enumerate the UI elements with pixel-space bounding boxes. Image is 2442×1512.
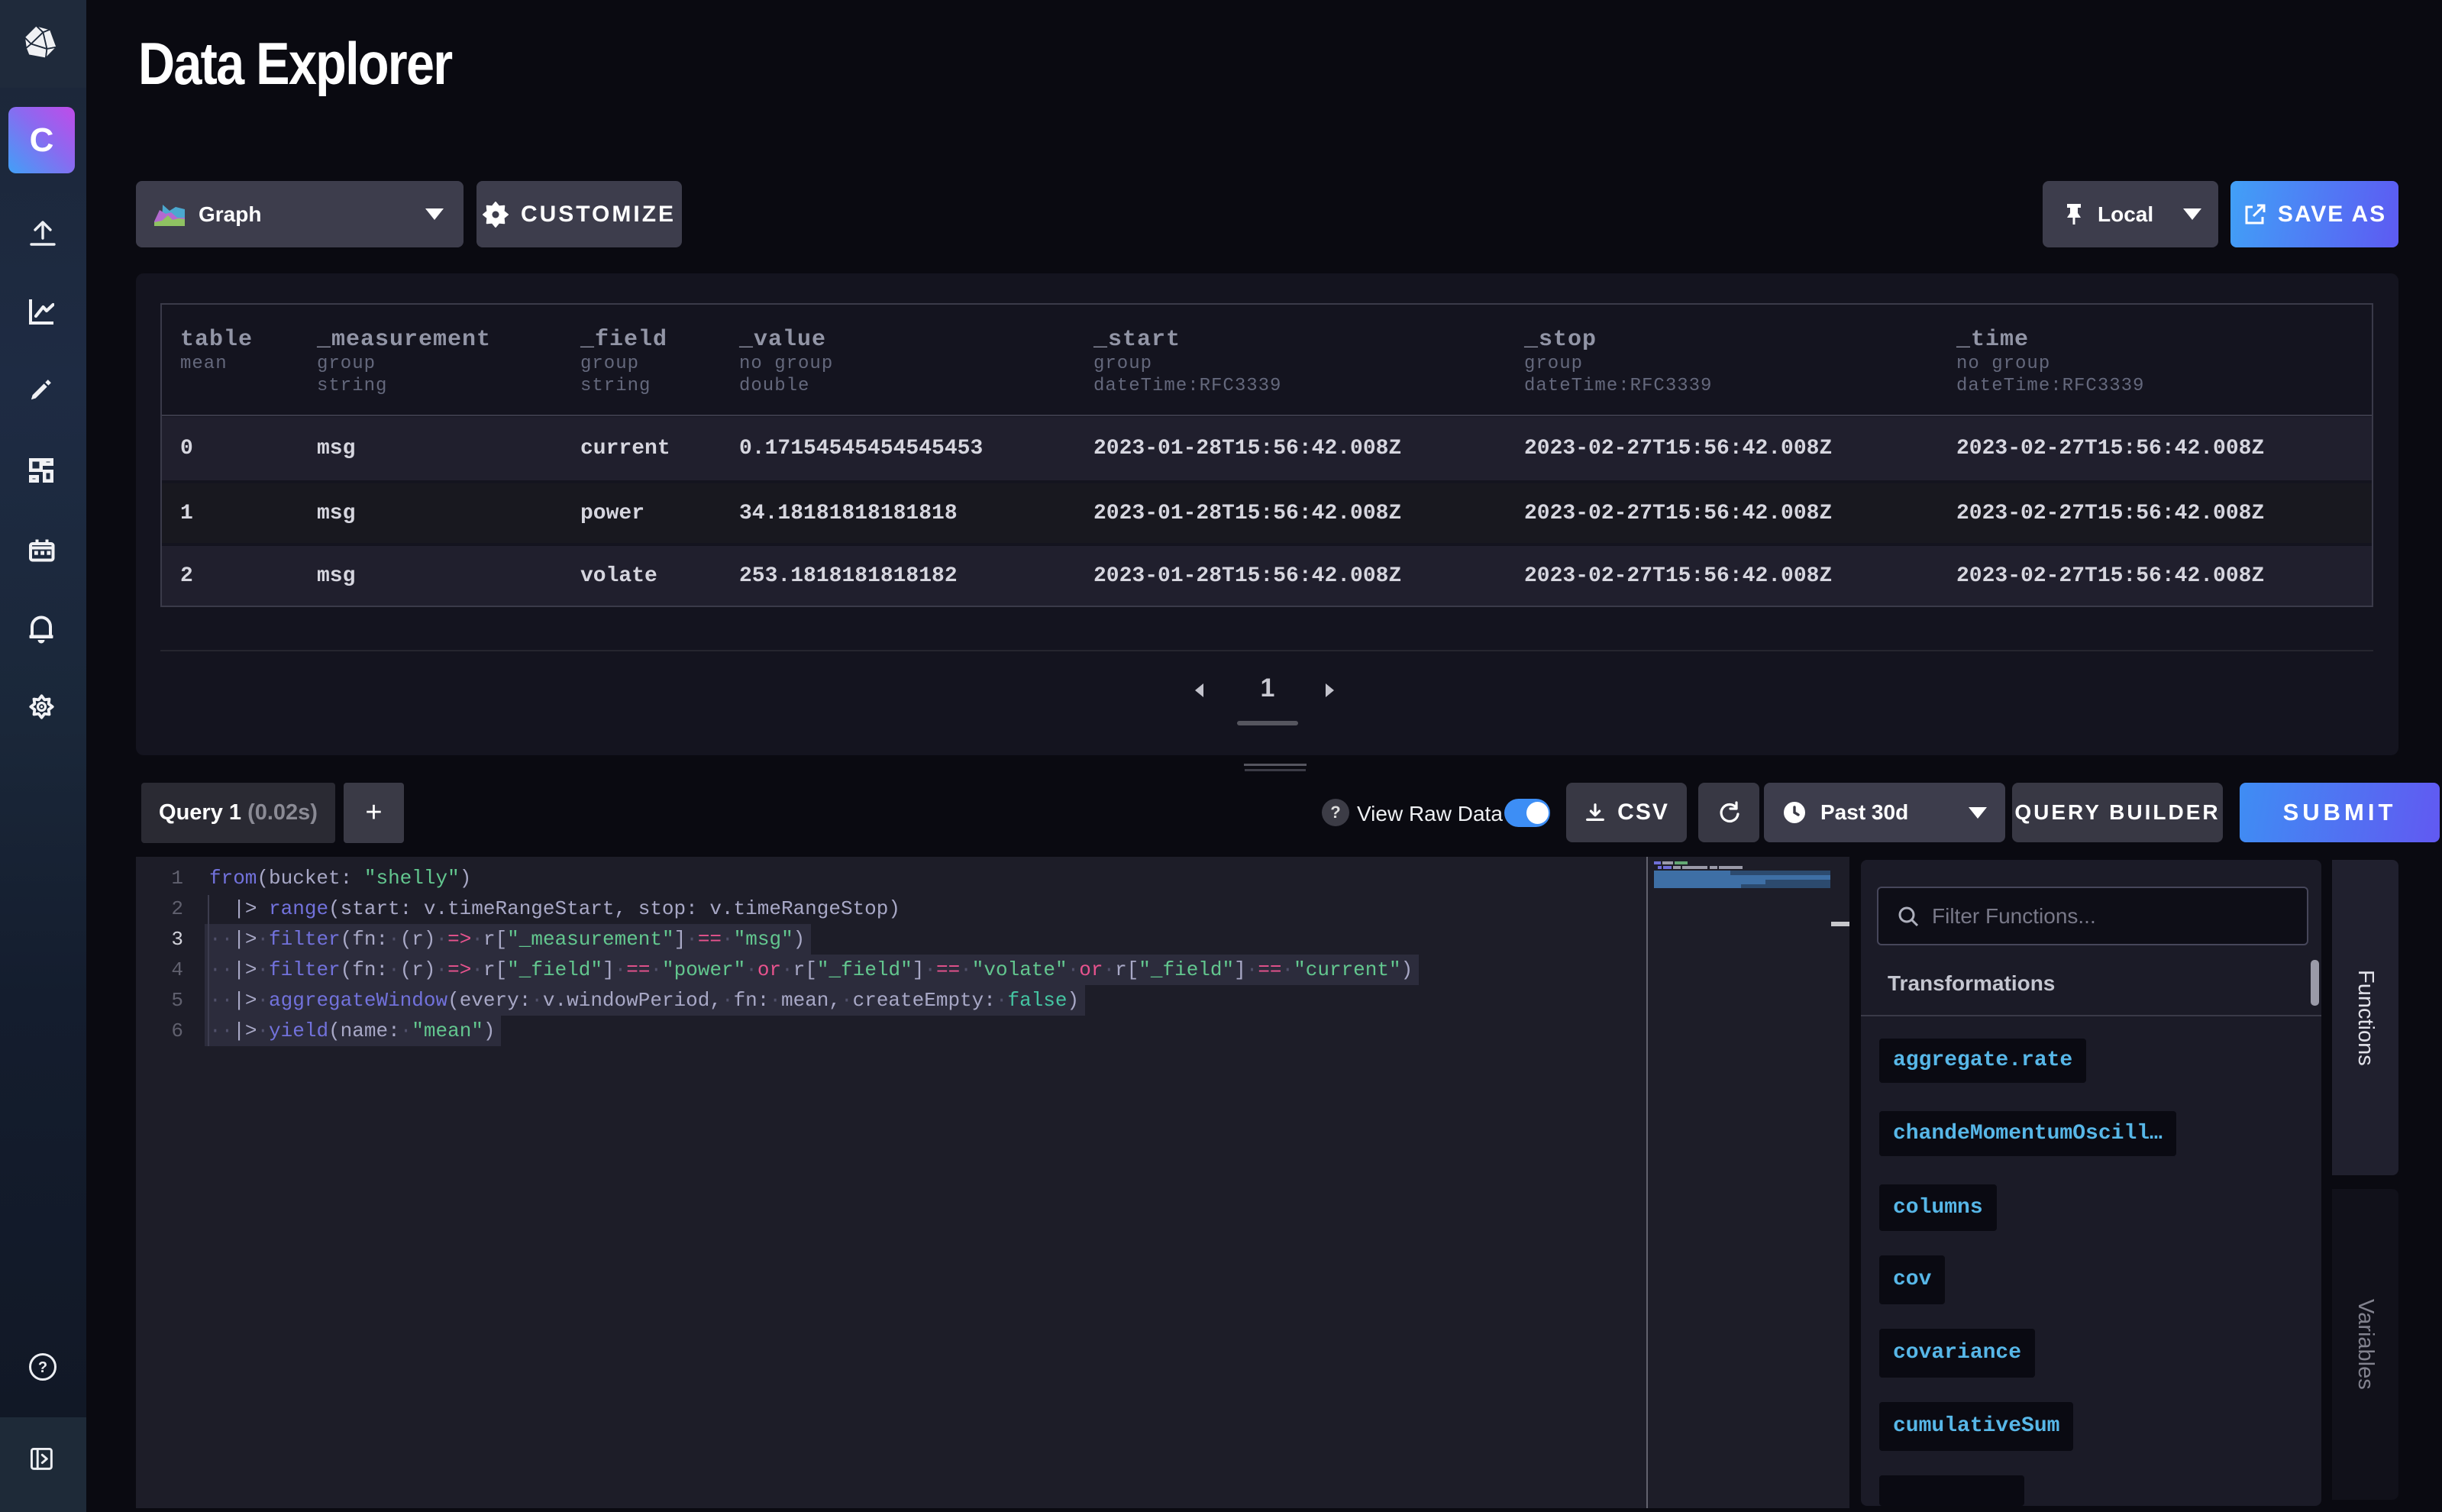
svg-text:?: ? (38, 1359, 47, 1376)
